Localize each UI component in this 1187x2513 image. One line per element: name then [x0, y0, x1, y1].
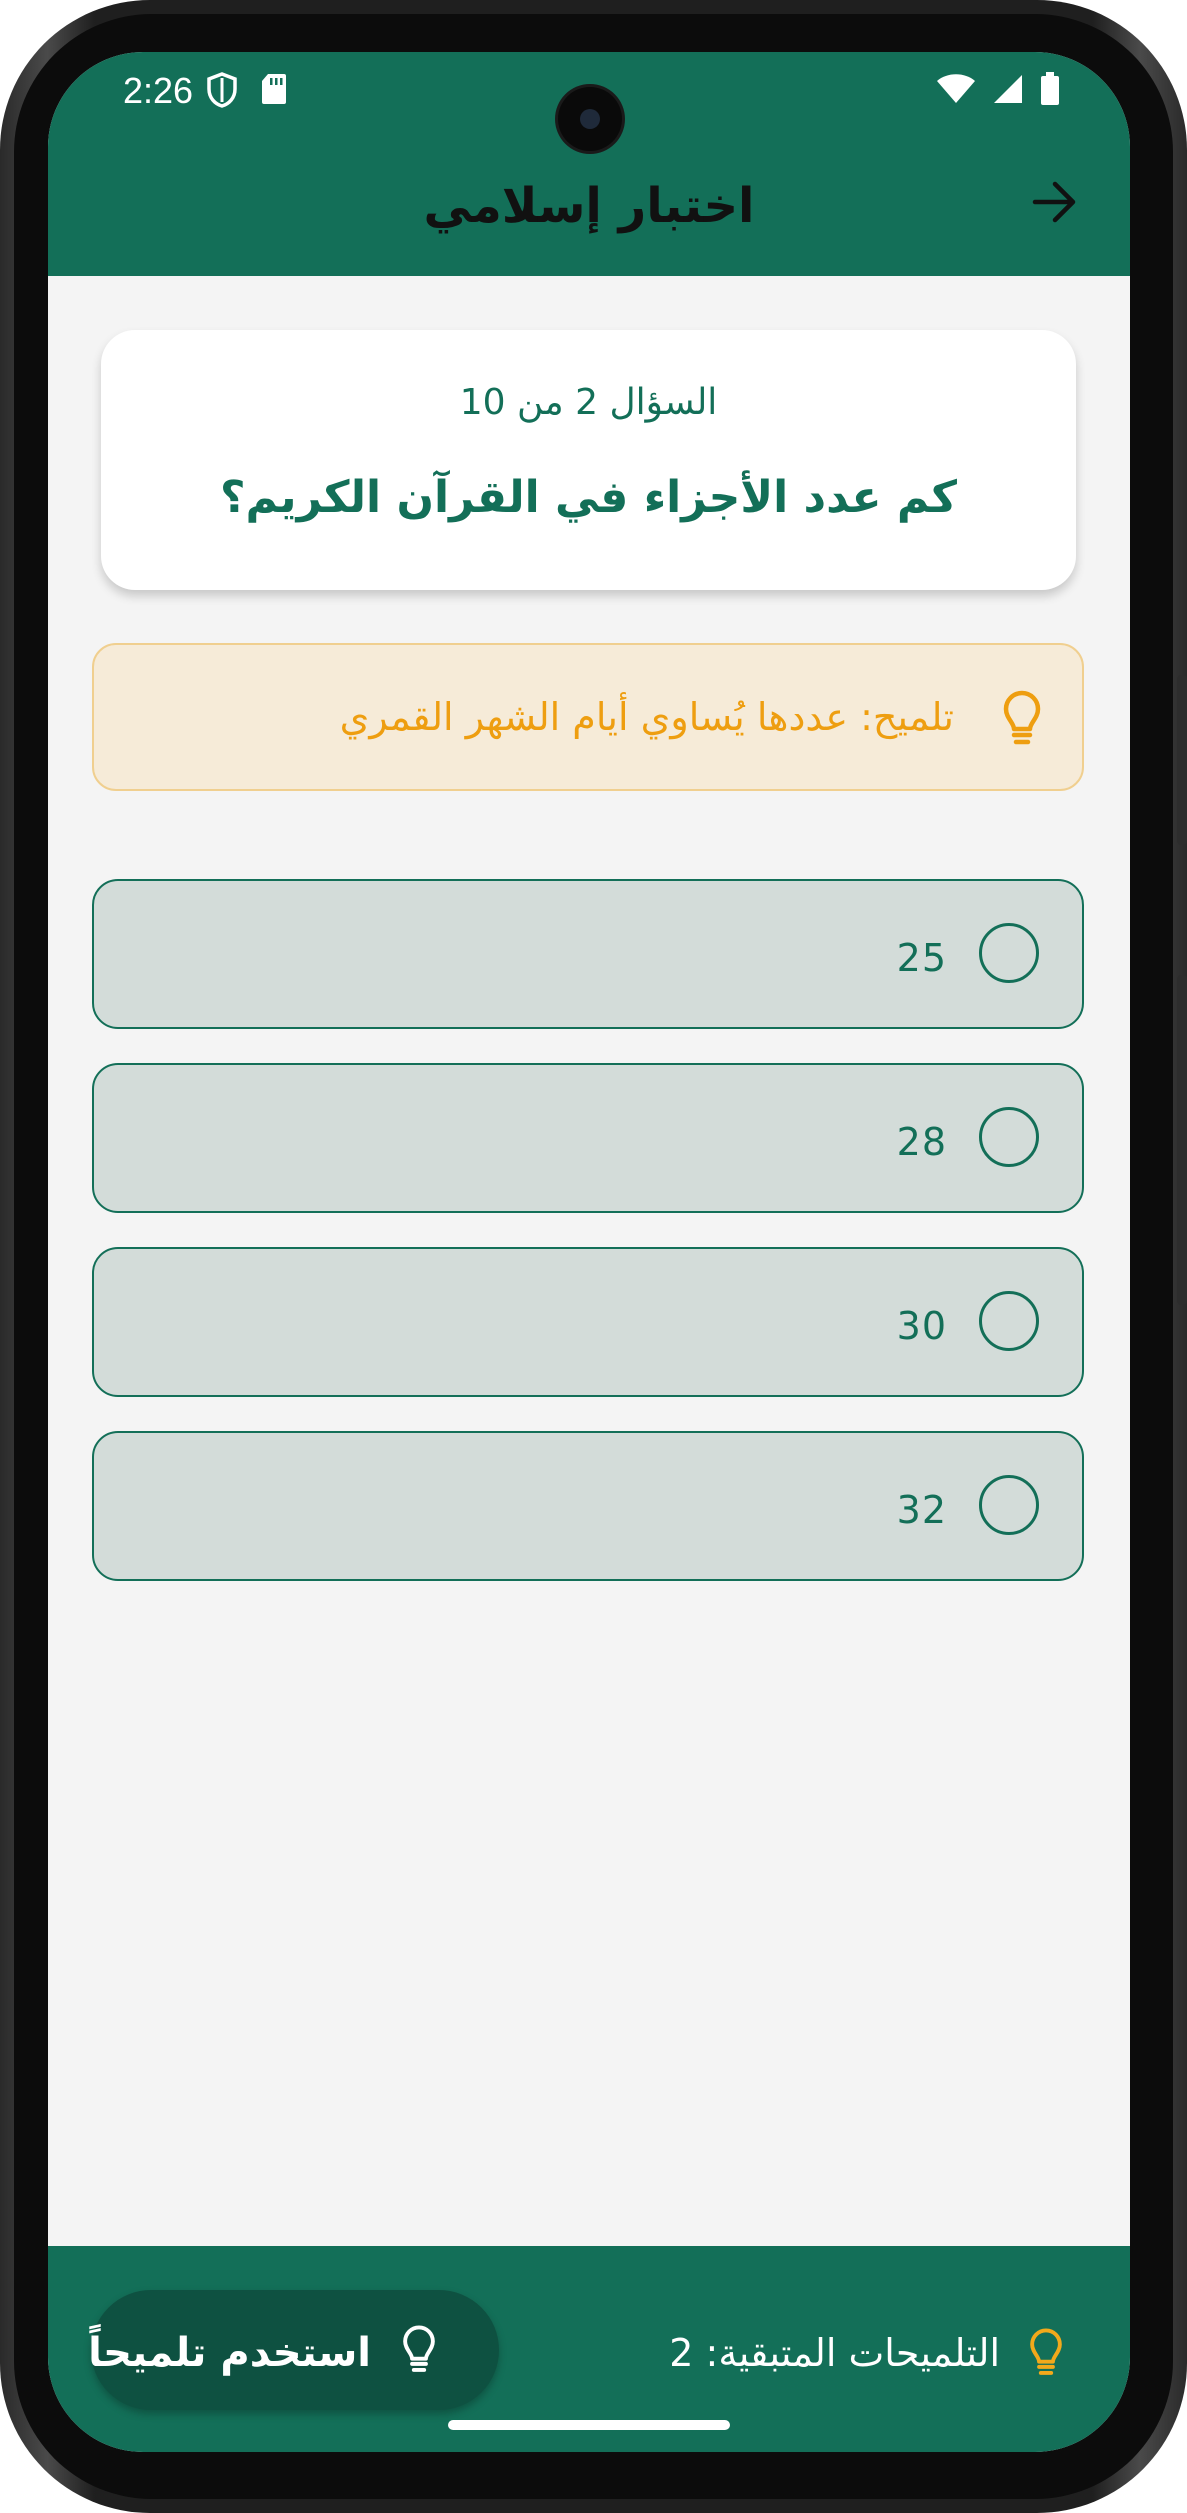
page-title: اختبار إسلامي [423, 178, 755, 234]
option-label: 32 [896, 1488, 947, 1532]
lightbulb-icon [1003, 690, 1041, 745]
lightbulb-icon [403, 2325, 435, 2372]
radio-circle-icon[interactable] [979, 1475, 1039, 1535]
use-hint-label: استخدم تلميحاً [88, 2330, 371, 2376]
hint-text: تلميح: عددها يُساوي أيام الشهر القمري [339, 695, 954, 739]
option-28[interactable]: 28 [92, 1063, 1084, 1213]
question-text: كم عدد الأجزاء في القرآن الكريم؟ [220, 472, 957, 523]
volume-button [1177, 975, 1187, 1305]
option-label: 25 [896, 936, 947, 980]
cellular-signal-icon [994, 75, 1022, 103]
status-left-icons [206, 72, 288, 108]
remaining-hints: التلميحات المتبقية: 2 [669, 2323, 1072, 2383]
radio-circle-icon[interactable] [979, 1107, 1039, 1167]
status-right-icons [936, 72, 1060, 106]
front-camera [558, 87, 622, 151]
option-label: 28 [896, 1120, 947, 1164]
back-button[interactable] [1025, 172, 1085, 232]
power-button [1177, 675, 1187, 845]
option-25[interactable]: 25 [92, 879, 1084, 1029]
status-time: 2:26 [123, 70, 194, 111]
option-label: 30 [896, 1304, 947, 1348]
lightbulb-icon [1030, 2328, 1062, 2375]
app-bar: 2:26 اختبار إسلامي [48, 52, 1130, 276]
phone-frame: 2:26 اختبار إسلامي السؤال 2 من 10 كم عدد… [0, 0, 1187, 2513]
sd-card-icon [262, 74, 286, 104]
remaining-hints-text: التلميحات المتبقية: 2 [669, 2331, 1000, 2375]
radio-circle-icon[interactable] [979, 923, 1039, 983]
question-card: السؤال 2 من 10 كم عدد الأجزاء في القرآن … [101, 330, 1076, 590]
use-hint-button[interactable]: استخدم تلميحاً [88, 2290, 499, 2410]
arrow-right-icon [1032, 181, 1076, 223]
radio-circle-icon[interactable] [979, 1291, 1039, 1351]
shield-icon [207, 72, 237, 108]
hint-box: تلميح: عددها يُساوي أيام الشهر القمري [92, 643, 1084, 791]
question-counter: السؤال 2 من 10 [459, 382, 718, 423]
option-32[interactable]: 32 [92, 1431, 1084, 1581]
option-30[interactable]: 30 [92, 1247, 1084, 1397]
home-indicator[interactable] [448, 2420, 730, 2430]
screen: 2:26 اختبار إسلامي السؤال 2 من 10 كم عدد… [48, 52, 1130, 2452]
battery-icon [1041, 72, 1059, 105]
wifi-icon [937, 74, 975, 103]
